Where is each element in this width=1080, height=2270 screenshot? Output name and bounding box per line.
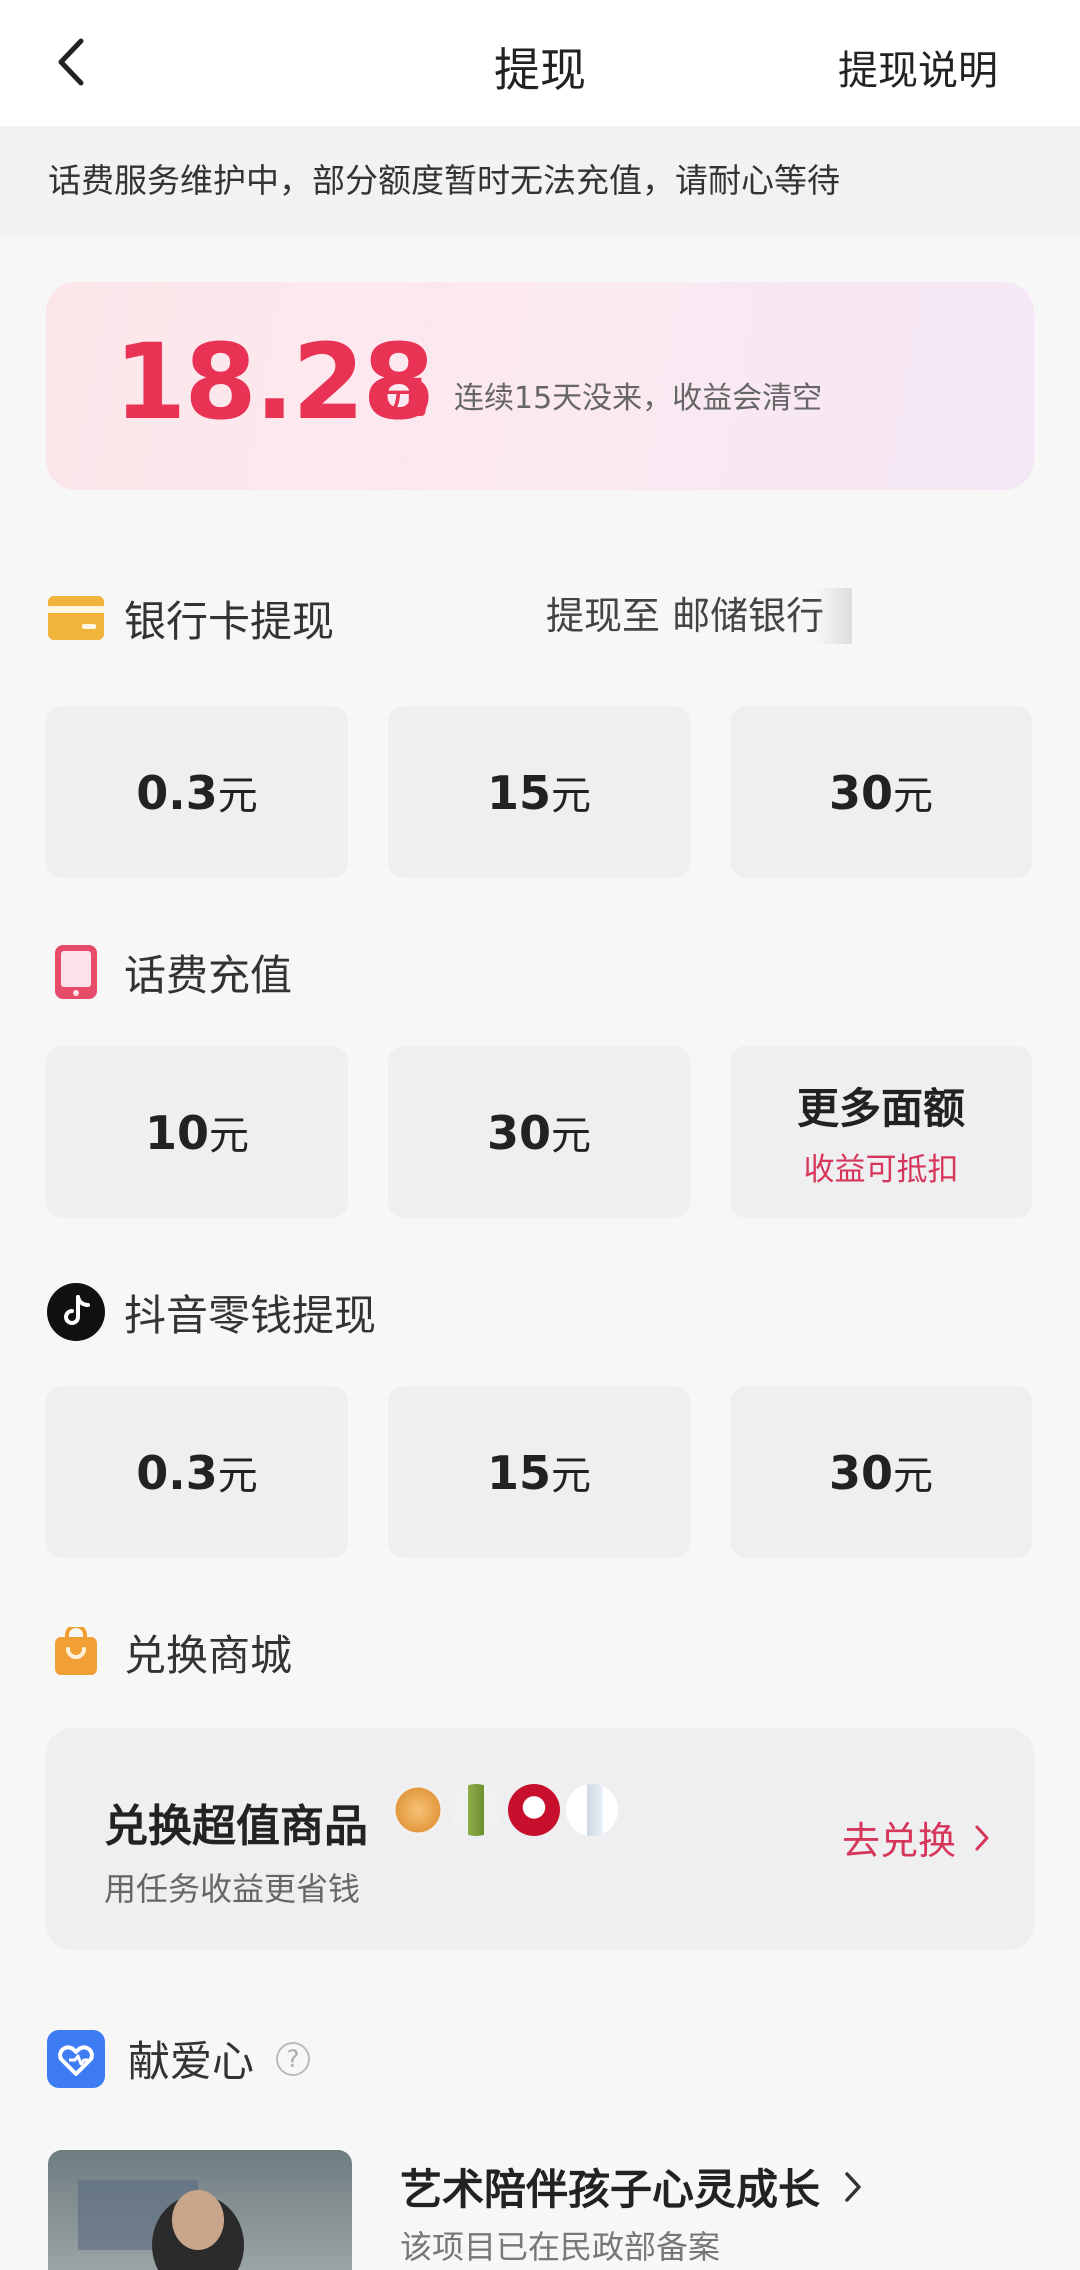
chevron-left-icon [58, 38, 84, 86]
chevron-right-icon [975, 1825, 989, 1850]
go-exchange-button[interactable]: 去兑换 [842, 1810, 990, 1865]
mall-card-subtitle: 用任务收益更省钱 [104, 1870, 361, 1908]
more-amounts-label: 更多面额 [796, 1084, 965, 1133]
section-title: 献爱心 [128, 2037, 255, 2086]
charity-project-subtitle: 该项目已在民政部备案 [400, 2228, 721, 2266]
section-title: 银行卡提现 [124, 596, 335, 646]
heart-hand-icon [46, 2029, 106, 2089]
masked-account-fade [816, 588, 852, 644]
amount-unit: 元 [551, 1453, 591, 1499]
mall-card-title: 兑换超值商品 [104, 1801, 368, 1852]
amount-value: 0.3 [136, 766, 218, 820]
amount-value: 15 [486, 1446, 551, 1500]
bank-target-account[interactable]: 提现至 邮储银行 [546, 592, 824, 640]
product-thumbnails [392, 1784, 618, 1836]
chevron-right-icon [845, 2171, 861, 2202]
section-charity: 献爱心 ? [46, 2028, 311, 2089]
section-exchange-mall: 兑换商城 [46, 1622, 292, 1682]
page-title: 提现 [494, 43, 586, 97]
question-circle-icon[interactable]: ? [276, 2041, 311, 2076]
amount-value: 30 [828, 766, 893, 820]
amount-unit: 元 [217, 773, 258, 819]
phone-icon [46, 942, 106, 1002]
section-title: 兑换商城 [124, 1630, 293, 1680]
balance-card: 18.28 元 连续15天没来，收益会清空 [46, 282, 1034, 490]
section-title: 抖音零钱提现 [124, 1290, 377, 1340]
amount-unit: 元 [551, 773, 591, 819]
maintenance-notice: 话费服务维护中，部分额度暂时无法充值，请耐心等待 [0, 126, 1080, 236]
douyin-option-tile[interactable]: 0.3元 [46, 1386, 348, 1558]
douyin-logo-icon [46, 1282, 106, 1342]
bank-option-tile[interactable]: 30元 [730, 706, 1032, 878]
back-button[interactable] [40, 30, 100, 94]
amount-unit: 元 [551, 1113, 591, 1159]
go-exchange-label: 去兑换 [841, 1819, 956, 1863]
bank-option-tile[interactable]: 15元 [388, 706, 690, 878]
amount-unit: 元 [209, 1113, 249, 1159]
amount-value: 0.3 [136, 1446, 218, 1500]
section-title: 话费充值 [124, 950, 293, 1000]
kfc-thumbnail-icon [508, 1784, 560, 1836]
phone-more-amounts-tile[interactable]: 更多面额 收益可抵扣 [730, 1046, 1032, 1218]
charity-project-image[interactable] [48, 2150, 352, 2270]
toothpaste-thumbnail-icon [566, 1784, 618, 1836]
top-nav-bar: 提现 提现说明 [0, 0, 1080, 126]
douyin-option-tile[interactable]: 15元 [388, 1386, 690, 1558]
amount-unit: 元 [893, 773, 933, 819]
charity-project-title: 艺术陪伴孩子心灵成长 [400, 2165, 821, 2214]
charity-project-link[interactable]: 艺术陪伴孩子心灵成长 [400, 2156, 862, 2217]
more-amounts-sub: 收益可抵扣 [803, 1152, 959, 1188]
section-phone-recharge: 话费充值 [46, 942, 292, 1002]
balance-unit: 元 [382, 370, 428, 424]
exchange-mall-card[interactable]: 兑换超值商品 用任务收益更省钱 去兑换 [46, 1728, 1034, 1950]
section-douyin-withdraw: 抖音零钱提现 [46, 1282, 376, 1342]
phone-option-tile[interactable]: 30元 [388, 1046, 690, 1218]
phone-option-tile[interactable]: 10元 [46, 1046, 348, 1218]
snack-thumbnail-icon [392, 1784, 444, 1836]
drink-thumbnail-icon [450, 1784, 502, 1836]
balance-expiry-note: 连续15天没来，收益会清空 [454, 381, 823, 416]
douyin-option-tile[interactable]: 30元 [730, 1386, 1032, 1558]
withdraw-instructions-link[interactable]: 提现说明 [838, 38, 998, 96]
amount-value: 15 [486, 766, 551, 820]
amount-value: 10 [144, 1106, 209, 1160]
amount-value: 30 [828, 1446, 893, 1500]
amount-unit: 元 [217, 1453, 258, 1499]
bank-card-icon [46, 588, 106, 648]
shopping-bag-icon [46, 1622, 106, 1682]
amount-value: 30 [486, 1106, 551, 1160]
amount-unit: 元 [893, 1453, 933, 1499]
section-bank-withdraw: 银行卡提现 [46, 588, 334, 648]
bank-option-tile[interactable]: 0.3元 [46, 706, 348, 878]
